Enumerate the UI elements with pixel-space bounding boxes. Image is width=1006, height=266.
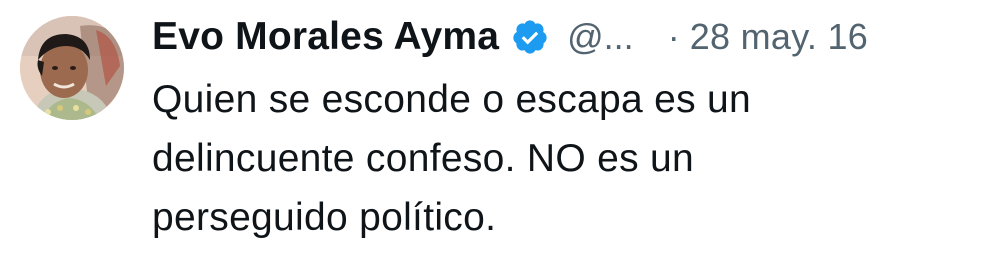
author-name[interactable]: Evo Morales Ayma [152, 15, 499, 59]
tweet-date[interactable]: 28 may. 16 [690, 16, 868, 58]
tweet-text-line: perseguido político. [152, 196, 497, 239]
verified-badge-icon [513, 20, 547, 54]
tweet-header: Evo Morales Ayma @... · 28 may. 16 [152, 10, 868, 64]
author-handle[interactable]: @... [567, 16, 634, 58]
tweet-card[interactable]: Evo Morales Ayma @... · 28 may. 16 Quien… [0, 0, 1006, 266]
tweet-text-line: Quien se esconde o escapa es un [152, 78, 752, 121]
tweet-text: Quien se esconde o escapa es un delincue… [152, 70, 952, 247]
separator-dot: · [667, 16, 680, 57]
tweet-text-line: delincuente confeso. NO es un [152, 137, 695, 180]
avatar[interactable] [20, 16, 124, 120]
avatar-photo [20, 16, 124, 120]
